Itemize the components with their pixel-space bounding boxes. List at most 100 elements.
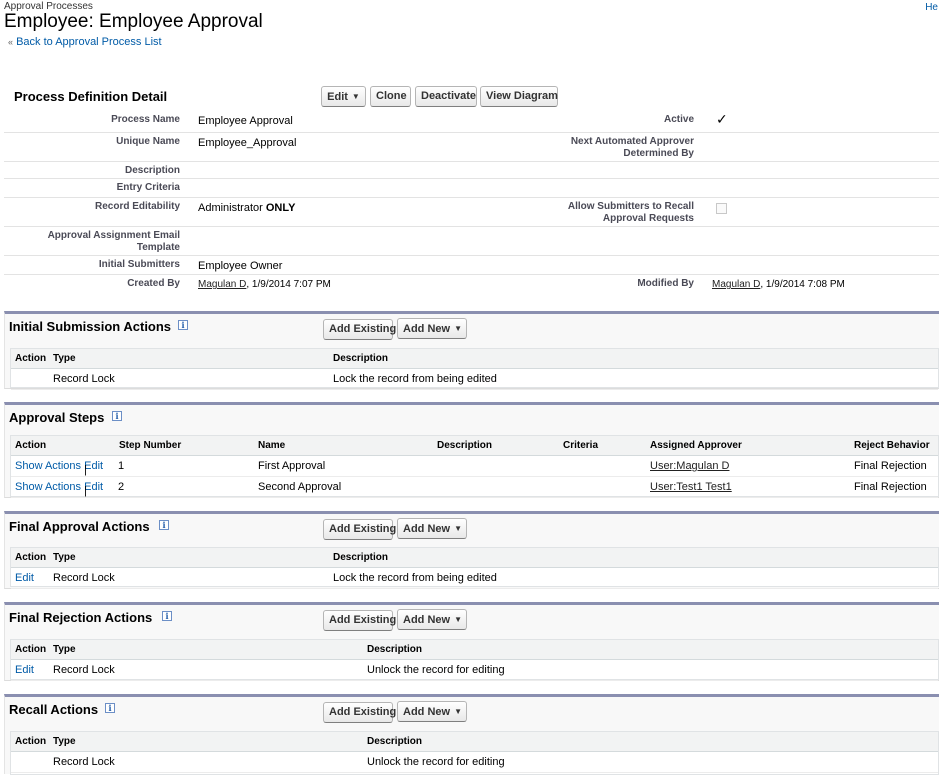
next-approver-label: Next Automated Approver Determined By — [570, 136, 694, 159]
column-header: Reject Behavior — [854, 440, 930, 451]
add-existing-button[interactable]: Add Existing — [323, 610, 396, 631]
modified-by-date: , 1/9/2014 7:08 PM — [760, 279, 845, 290]
recall-section: Recall Actions i Add Existing Add New ▼ A… — [4, 694, 939, 775]
edit-dropdown-button[interactable]: Edit ▼ — [321, 86, 366, 107]
approval-steps-table: Action Step Number Name Description Crit… — [10, 435, 939, 498]
show-actions-link[interactable]: Show Actions — [15, 481, 81, 493]
row-created-modified: Created By Magulan D, 1/9/2014 7:07 PM M… — [4, 275, 939, 295]
type-cell: Record Lock — [53, 572, 115, 584]
help-link[interactable]: He — [925, 2, 938, 13]
add-new-button[interactable]: Add New ▼ — [397, 609, 467, 630]
final-approval-table: Action Type Description Edit Record Lock… — [10, 547, 939, 589]
approver-cell: User:Test1 Test1 — [650, 481, 732, 493]
recall-table: Action Type Description Record Lock Unlo… — [10, 731, 939, 775]
process-name-value: Employee Approval — [198, 115, 293, 127]
type-cell: Record Lock — [53, 373, 115, 385]
description-cell: Unlock the record for editing — [367, 664, 505, 676]
caret-down-icon: ▼ — [454, 524, 462, 533]
table-header: Action Type Description — [11, 548, 938, 568]
pipe-separator: | — [84, 485, 87, 497]
unique-name-label: Unique Name — [116, 136, 180, 147]
add-new-button[interactable]: Add New ▼ — [397, 518, 467, 539]
record-editability-label: Record Editability — [94, 201, 180, 212]
edit-button-label: Edit — [327, 91, 348, 103]
add-new-label: Add New — [403, 614, 451, 626]
final-rejection-section: Final Rejection Actions i Add Existing A… — [4, 602, 939, 681]
column-header: Action — [15, 644, 47, 655]
description-label: Description — [124, 165, 180, 176]
approval-steps-section: Approval Steps i Action Step Number Name… — [4, 402, 939, 498]
modified-by-label: Modified By — [637, 278, 694, 289]
reject-behavior-cell: Final Rejection — [854, 481, 927, 493]
approver-link[interactable]: User:Test1 Test1 — [650, 481, 732, 493]
add-new-button[interactable]: Add New ▼ — [397, 318, 467, 339]
final-rejection-table: Action Type Description Edit Record Lock… — [10, 639, 939, 681]
table-row: Record Lock Lock the record from being e… — [11, 369, 938, 390]
initial-submission-section: Initial Submission Actions i Add Existin… — [4, 311, 939, 390]
recall-title: Recall Actions — [9, 702, 99, 717]
edit-link[interactable]: Edit — [15, 572, 34, 584]
info-icon[interactable]: i — [162, 611, 172, 621]
column-header: Type — [53, 353, 76, 364]
info-icon[interactable]: i — [105, 703, 115, 713]
show-actions-link[interactable]: Show Actions — [15, 460, 81, 472]
row-description: Description — [4, 162, 939, 179]
back-to-list[interactable]: « Back to Approval Process List — [8, 36, 162, 48]
row-initial-submitters: Initial Submitters Employee Owner — [4, 256, 939, 275]
info-icon[interactable]: i — [112, 411, 122, 421]
description-cell: Lock the record from being edited — [333, 572, 497, 584]
edit-link[interactable]: Edit — [15, 664, 34, 676]
caret-down-icon: ▼ — [351, 92, 360, 101]
edit-link-cell: Edit — [15, 664, 34, 676]
table-header: Action Type Description — [11, 640, 938, 660]
back-to-list-link[interactable]: Back to Approval Process List — [16, 36, 162, 48]
final-rejection-title: Final Rejection Actions — [9, 610, 153, 625]
column-header: Assigned Approver — [650, 440, 742, 451]
add-existing-button[interactable]: Add Existing — [323, 319, 396, 340]
add-new-button[interactable]: Add New ▼ — [397, 701, 467, 722]
add-existing-button[interactable]: Add Existing — [323, 519, 396, 540]
description-cell: Unlock the record for editing — [367, 756, 505, 768]
add-new-label: Add New — [403, 323, 451, 335]
view-diagram-button[interactable]: View Diagram — [480, 86, 558, 107]
info-icon[interactable]: i — [178, 320, 188, 330]
add-existing-button[interactable]: Add Existing — [323, 702, 396, 723]
table-row: Record Lock Unlock the record for editin… — [11, 752, 938, 773]
initial-submitters-value: Employee Owner — [198, 260, 283, 272]
column-header: Description — [367, 644, 423, 655]
created-by-user-link[interactable]: Magulan D — [198, 279, 246, 290]
clone-button[interactable]: Clone — [370, 86, 411, 107]
table-row: Edit Record Lock Unlock the record for e… — [11, 660, 938, 681]
created-by-label: Created By — [127, 278, 180, 289]
reject-behavior-cell: Final Rejection — [854, 460, 927, 472]
table-header: Action Step Number Name Description Crit… — [11, 436, 938, 456]
modified-by-value: Magulan D, 1/9/2014 7:08 PM — [712, 279, 845, 291]
allow-recall-label: Allow Submitters to Recall Approval Requ… — [567, 201, 694, 224]
column-header: Type — [53, 736, 76, 747]
pipe-separator: | — [84, 464, 87, 476]
type-cell: Record Lock — [53, 756, 115, 768]
modified-by-user-link[interactable]: Magulan D — [712, 279, 760, 290]
double-chevron-left-icon: « — [8, 37, 14, 47]
type-cell: Record Lock — [53, 664, 115, 676]
row-entry-criteria: Entry Criteria — [4, 179, 939, 198]
caret-down-icon: ▼ — [454, 707, 462, 716]
checkmark-icon: ✓ — [716, 111, 728, 127]
step-number-cell: 1 — [118, 460, 125, 472]
column-header: Action — [15, 440, 47, 451]
row-record-editability: Record Editability Administrator ONLY Al… — [4, 198, 939, 227]
step-number-cell: 2 — [118, 481, 125, 493]
info-icon[interactable]: i — [159, 520, 169, 530]
initial-submission-title: Initial Submission Actions — [9, 319, 172, 334]
step-actions: Show Actions | Edit — [15, 460, 103, 476]
description-cell: Lock the record from being edited — [333, 373, 497, 385]
row-email-template: Approval Assignment Email Template — [4, 227, 939, 256]
column-header: Name — [258, 440, 286, 451]
approval-steps-title: Approval Steps — [9, 410, 105, 425]
row-unique-name: Unique Name Employee_Approval Next Autom… — [4, 133, 939, 162]
approver-link[interactable]: User:Magulan D — [650, 460, 729, 472]
final-approval-section: Final Approval Actions i Add Existing Ad… — [4, 511, 939, 589]
column-header: Action — [15, 353, 47, 364]
caret-down-icon: ▼ — [454, 324, 462, 333]
deactivate-button[interactable]: Deactivate — [415, 86, 477, 107]
